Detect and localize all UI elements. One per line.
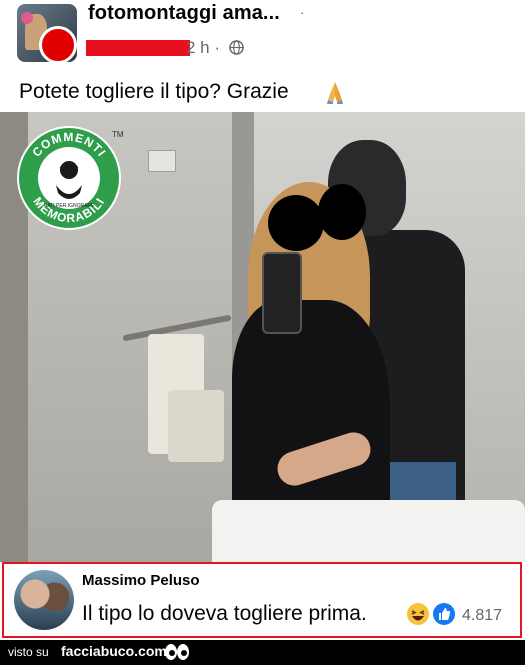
face-censor <box>318 184 366 240</box>
footer-site-link[interactable]: facciabuco.com <box>61 643 167 659</box>
group-name[interactable]: fotomontaggi ama... <box>88 2 280 25</box>
reaction-count[interactable]: 4.817 <box>462 607 502 625</box>
globe-icon <box>229 40 244 55</box>
light-switch <box>148 150 176 172</box>
commenti-memorabili-badge: COMMENTI MEMORABILI NATI PER IGNORARE TM <box>17 126 124 230</box>
footer-prefix: visto su <box>8 645 49 659</box>
badge-tm: TM <box>112 130 124 139</box>
praying-hands-icon <box>327 82 343 104</box>
laughing-face-icon[interactable] <box>406 602 430 626</box>
profile-avatar-redacted[interactable] <box>39 26 77 64</box>
phone-in-hand <box>262 252 302 334</box>
badge-center-text: NATI PER IGNORARE <box>44 203 95 209</box>
more-indicator: · <box>300 4 305 20</box>
comment-text: Il tipo lo doveva togliere prima. <box>82 602 367 625</box>
post-photo[interactable]: COMMENTI MEMORABILI NATI PER IGNORARE TM <box>0 112 525 562</box>
source-footer: visto su facciabuco.com <box>0 640 525 665</box>
eyes-icon <box>165 644 189 660</box>
face-censor <box>268 195 324 251</box>
author-name-redacted <box>86 40 190 56</box>
commenter-name[interactable]: Massimo Peluso <box>82 572 200 589</box>
sink <box>212 500 525 562</box>
post-header: fotomontaggi ama... · 2 h · <box>0 0 525 70</box>
towel-fold <box>168 390 224 462</box>
post-time[interactable]: 2 h · <box>186 38 220 58</box>
like-thumb-icon[interactable] <box>432 602 456 626</box>
highlighted-comment: Massimo Peluso Il tipo lo doveva toglier… <box>2 562 522 638</box>
post-caption: Potete togliere il tipo? Grazie <box>19 80 289 103</box>
commenter-avatar[interactable] <box>14 570 74 630</box>
